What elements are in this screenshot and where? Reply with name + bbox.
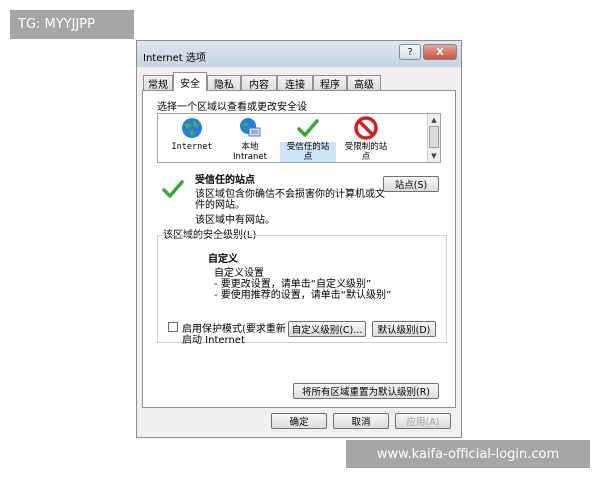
selected-zone-checkmark-icon [161,177,185,204]
zone-local-intranet[interactable]: 本地 Intranet [222,116,278,162]
protected-mode-checkbox[interactable] [168,322,178,332]
zone-description-line2: 件的网站。 [195,200,245,211]
tab-general[interactable]: 常规 [143,75,173,91]
apply-button[interactable]: 应用(A) [395,413,451,429]
close-icon: X [436,46,444,58]
security-tab-panel: 选择一个区域以查看或更改安全设 Internet 本地 Intranet 受信任… [142,90,456,408]
dialog-title: Internet 选项 [143,53,206,64]
ok-button[interactable]: 确定 [271,413,327,429]
default-level-button[interactable]: 默认级别(D) [372,321,436,337]
custom-level-title: 自定义 [208,254,238,265]
tab-content[interactable]: 内容 [241,75,277,91]
checkmark-icon [296,116,320,140]
globe-icon [180,116,204,140]
protected-mode-label-line2: 启动 Internet [182,335,245,346]
cancel-button[interactable]: 取消 [333,413,389,429]
custom-level-button[interactable]: 自定义级别(C)... [288,321,366,337]
custom-level-line3: - 要使用推荐的设置，请单击“默认级别” [214,290,392,301]
zone-title: 受信任的站点 [195,175,255,186]
zone-internet[interactable]: Internet [164,116,220,152]
close-button[interactable]: X [423,44,457,60]
tab-advanced[interactable]: 高级 [347,75,381,91]
zone-restricted-sites[interactable]: 受限制的站 点 [338,116,394,162]
sites-button[interactable]: 站点(S) [383,176,439,192]
zone-prompt: 选择一个区域以查看或更改安全设 [157,102,307,113]
intranet-icon [238,116,262,140]
zone-list[interactable]: Internet 本地 Intranet 受信任的站 点 受限制的站 点 ▲ ▼ [157,113,441,163]
zone-list-scrollbar[interactable]: ▲ ▼ [427,114,440,162]
scroll-down-icon[interactable]: ▼ [429,151,439,161]
title-bar[interactable]: Internet 选项 ? X [137,41,461,67]
watermark-tag-bottom: www.kaifa-official-login.com [346,440,590,468]
scroll-up-icon[interactable]: ▲ [429,115,439,125]
help-button[interactable]: ? [399,44,421,60]
watermark-tag-top: TG: MYYJJPP [10,10,134,39]
zone-description-line3: 该区域中有网站。 [195,215,275,226]
security-level-group: 自定义 自定义设置 - 要更改设置，请单击“自定义级别” - 要使用推荐的设置，… [157,235,447,346]
tab-privacy[interactable]: 隐私 [207,75,241,91]
tab-programs[interactable]: 程序 [313,75,347,91]
tab-connections[interactable]: 连接 [277,75,313,91]
zone-trusted-sites[interactable]: 受信任的站 点 [280,116,336,162]
help-icon: ? [407,46,413,58]
no-entry-icon [354,116,378,140]
internet-options-dialog: Internet 选项 ? X 常规 安全 隐私 内容 连接 程序 高级 选择一… [136,40,462,438]
scroll-thumb[interactable] [429,126,439,148]
tab-security[interactable]: 安全 [173,72,207,91]
reset-all-zones-button[interactable]: 将所有区域重置为默认级别(R) [293,383,439,399]
